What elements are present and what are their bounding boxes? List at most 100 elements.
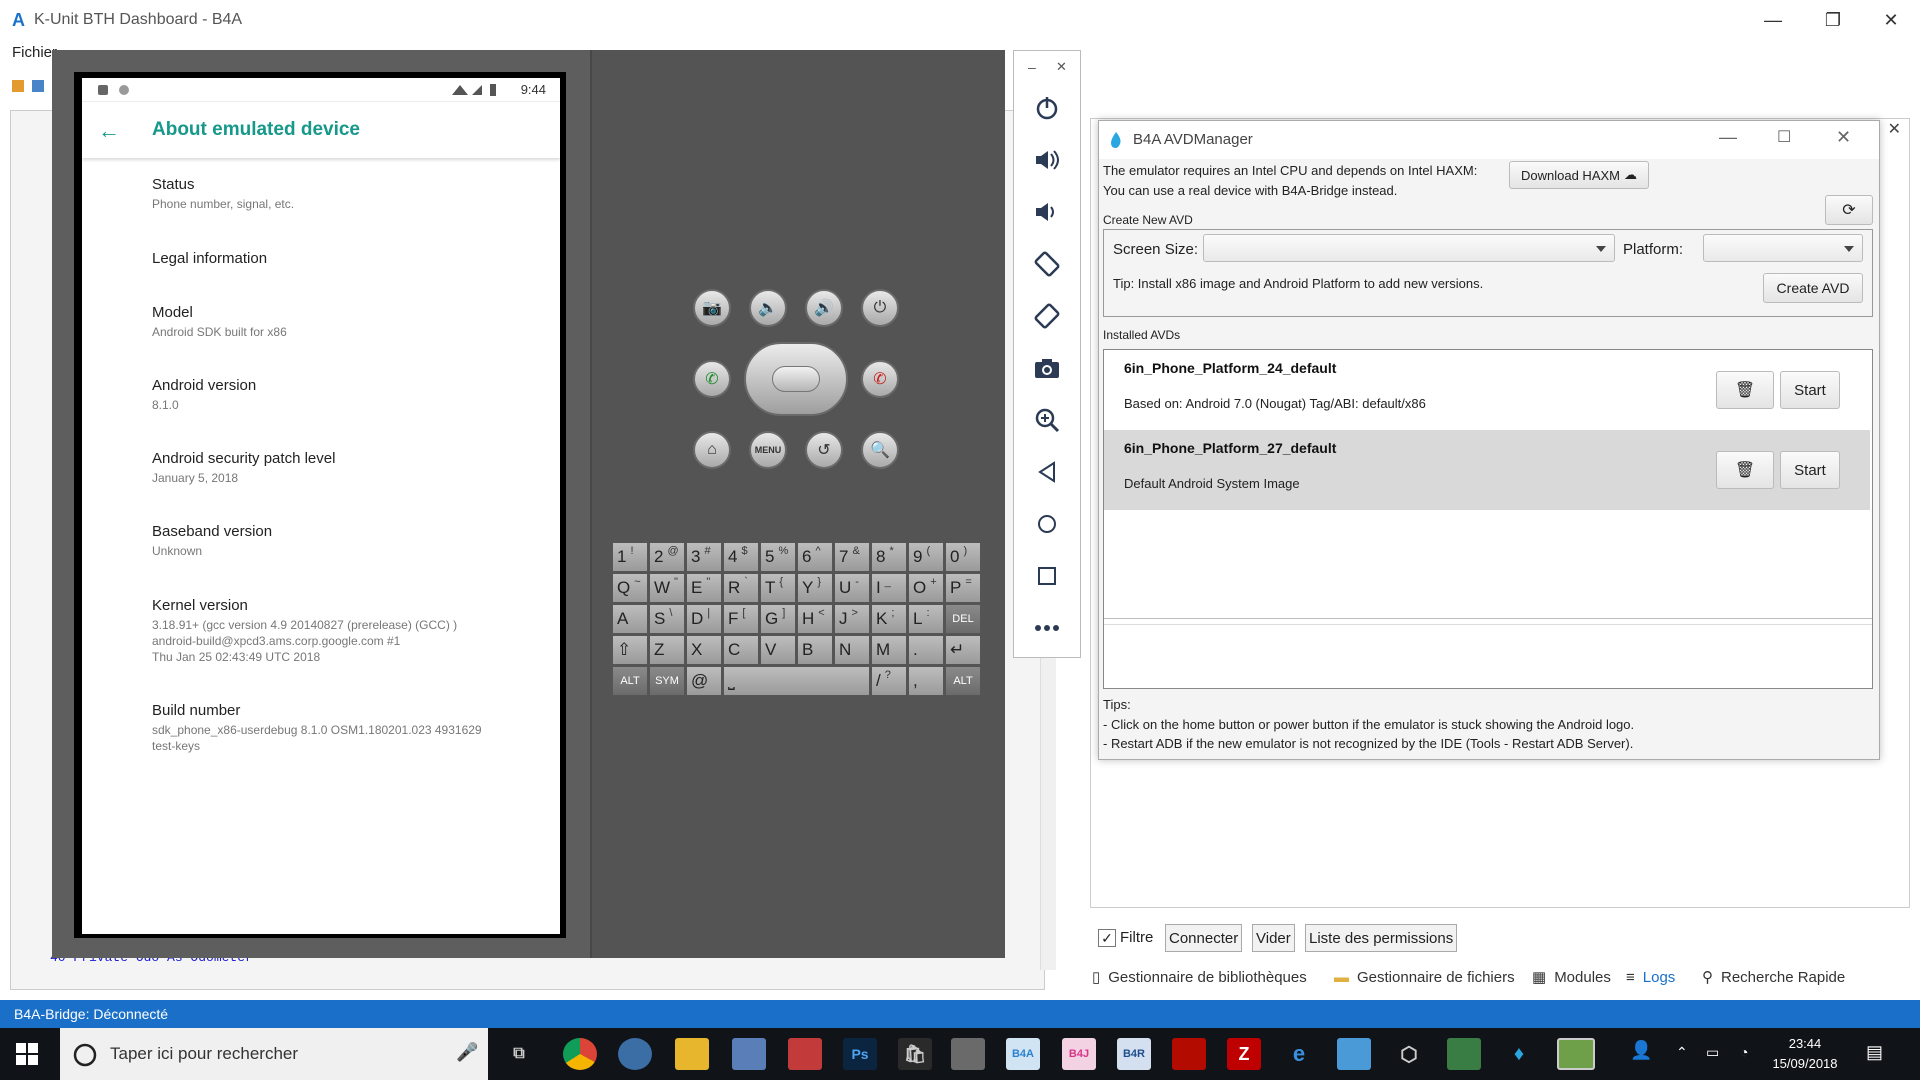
key[interactable]: Q ~ — [612, 573, 648, 603]
key[interactable]: Y} — [797, 573, 833, 603]
battery-icon[interactable]: ▭ — [1706, 1044, 1719, 1061]
store-icon[interactable]: 🛍 — [898, 1038, 932, 1070]
delete-avd-button[interactable]: 🗑 — [1716, 371, 1774, 409]
permissions-button[interactable]: Liste des permissions — [1305, 924, 1458, 952]
key[interactable]: 3 # — [686, 542, 722, 572]
tab-library-manager[interactable]: ▯ Gestionnaire de bibliothèques — [1092, 966, 1307, 988]
filezilla-icon[interactable]: Z — [1227, 1038, 1261, 1070]
camera-button[interactable]: 📷 — [693, 289, 731, 327]
taskbar-search[interactable]: Taper ici pour rechercher 🎤 — [60, 1028, 488, 1080]
start-avd-button[interactable]: Start — [1780, 371, 1840, 409]
tab-quick-search[interactable]: ⚲ Recherche Rapide — [1702, 966, 1845, 988]
key[interactable]: F[ — [723, 604, 759, 634]
key[interactable]: I _ — [871, 573, 907, 603]
setting-status[interactable]: Status Phone number, signal, etc. — [152, 176, 552, 212]
key[interactable]: 1! — [612, 542, 648, 572]
nav-overview-icon[interactable] — [1013, 556, 1081, 596]
acrobat-icon[interactable] — [1172, 1038, 1206, 1070]
avd-row[interactable]: 6in_Phone_Platform_24_default Based on: … — [1104, 350, 1870, 430]
virtualbox-icon[interactable]: ⬡ — [1392, 1038, 1426, 1070]
key[interactable]: S \ — [649, 604, 685, 634]
key[interactable]: C — [723, 635, 759, 665]
b4j-taskbar-icon[interactable]: B4J — [1062, 1038, 1096, 1070]
toolbar-minimize-button[interactable]: – — [1028, 59, 1036, 75]
nav-home-icon[interactable] — [1013, 504, 1081, 544]
key[interactable]: M — [871, 635, 907, 665]
key[interactable]: X — [686, 635, 722, 665]
tool-app-icon[interactable] — [1337, 1038, 1371, 1070]
key[interactable]: Z — [649, 635, 685, 665]
key[interactable]: H < — [797, 604, 833, 634]
photoshop-icon[interactable]: Ps — [843, 1038, 877, 1070]
game-app-icon[interactable] — [788, 1038, 822, 1070]
key[interactable]: 9( — [908, 542, 944, 572]
key[interactable]: B — [797, 635, 833, 665]
volume-up-button[interactable]: 🔊 — [805, 289, 843, 327]
database-icon[interactable] — [951, 1038, 985, 1070]
platform-combo[interactable] — [1703, 234, 1863, 262]
search-hw-button[interactable]: 🔍 — [861, 431, 899, 469]
key[interactable]: G] — [760, 604, 796, 634]
refresh-button[interactable]: ⟳ — [1825, 195, 1873, 225]
menu-file[interactable]: Fichier — [0, 44, 60, 70]
setting-build-number[interactable]: Build number sdk_phone_x86-userdebug 8.1.… — [152, 702, 552, 754]
menu-button[interactable]: MENU — [749, 431, 787, 469]
power-button[interactable]: ⏻ — [861, 289, 899, 327]
key[interactable]: ⎵ — [723, 666, 870, 696]
power-icon[interactable] — [1013, 88, 1081, 128]
volume-down-button[interactable]: 🔈 — [749, 289, 787, 327]
restore-button[interactable]: ❐ — [1810, 0, 1856, 40]
volume-up-icon[interactable] — [1013, 140, 1081, 180]
tab-file-manager[interactable]: ▬ Gestionnaire de fichiers — [1334, 966, 1515, 988]
b4a-taskbar-icon[interactable]: B4A — [1006, 1038, 1040, 1070]
key[interactable]: , — [908, 666, 944, 696]
avd-close-button[interactable]: ✕ — [1836, 127, 1851, 148]
panel-close-icon[interactable]: ✕ — [1888, 119, 1901, 139]
screen-size-combo[interactable] — [1203, 234, 1615, 262]
key[interactable]: K; — [871, 604, 907, 634]
setting-kernel[interactable]: Kernel version 3.18.91+ (gcc version 4.9 … — [152, 597, 552, 665]
tab-modules[interactable]: ▦ Modules — [1532, 966, 1611, 988]
tray-chevron-icon[interactable]: ⌃ — [1676, 1044, 1688, 1061]
key[interactable]: A — [612, 604, 648, 634]
notifications-icon[interactable]: ▤ — [1866, 1042, 1883, 1063]
close-button[interactable]: ✕ — [1868, 0, 1914, 40]
key[interactable]: R ` — [723, 573, 759, 603]
key[interactable]: 6 ^ — [797, 542, 833, 572]
chrome-icon[interactable] — [563, 1038, 597, 1070]
clear-button[interactable]: Vider — [1252, 924, 1295, 952]
taskbar-clock[interactable]: 23:44 15/09/2018 — [1770, 1034, 1840, 1074]
network-app-icon[interactable] — [618, 1038, 652, 1070]
toolbar-close-button[interactable]: ✕ — [1056, 59, 1067, 75]
key[interactable]: ↵ — [945, 635, 981, 665]
rotate-right-icon[interactable] — [1013, 296, 1081, 336]
connect-button[interactable]: Connecter — [1165, 924, 1243, 952]
dpad-center[interactable] — [772, 366, 820, 392]
key[interactable]: D | — [686, 604, 722, 634]
screenshot-icon[interactable] — [1013, 348, 1081, 388]
b4r-taskbar-icon[interactable]: B4R — [1117, 1038, 1151, 1070]
task-view-icon[interactable]: ⧉ — [502, 1038, 536, 1070]
security-app-icon[interactable] — [732, 1038, 766, 1070]
key[interactable]: 4 $ — [723, 542, 759, 572]
home-button[interactable]: ⌂ — [693, 431, 731, 469]
b4a-bridge-icon[interactable]: ♦ — [1502, 1038, 1536, 1070]
key[interactable]: O + — [908, 573, 944, 603]
people-icon[interactable]: 👤 — [1630, 1040, 1652, 1061]
volume-down-icon[interactable] — [1013, 192, 1081, 232]
key[interactable]: V — [760, 635, 796, 665]
key[interactable]: L: — [908, 604, 944, 634]
setting-legal[interactable]: Legal information — [152, 250, 552, 267]
key[interactable]: 7 & — [834, 542, 870, 572]
key[interactable]: /? — [871, 666, 907, 696]
key[interactable]: E " — [686, 573, 722, 603]
key[interactable]: . — [908, 635, 944, 665]
delete-avd-button[interactable]: 🗑 — [1716, 451, 1774, 489]
more-options-icon[interactable] — [1013, 608, 1081, 648]
zoom-icon[interactable] — [1013, 400, 1081, 440]
avd-row[interactable]: 6in_Phone_Platform_27_default Default An… — [1104, 430, 1870, 510]
network-tool-icon[interactable] — [1447, 1038, 1481, 1070]
key[interactable]: T{ — [760, 573, 796, 603]
tab-logs[interactable]: ≡ Logs — [1626, 966, 1675, 988]
key[interactable]: 0) — [945, 542, 981, 572]
